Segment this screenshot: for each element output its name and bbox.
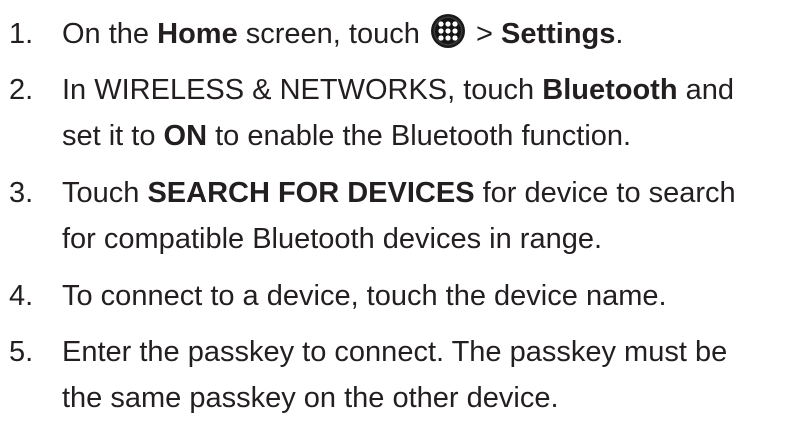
text-segment: Touch [62, 177, 148, 209]
text-segment: set it to [62, 120, 164, 152]
step-number: 5. [9, 336, 34, 368]
step-text-line-2: for compatible Bluetooth devices in rang… [62, 223, 603, 255]
step-text-line-1: To connect to a device, touch the device… [62, 280, 667, 312]
bold-home: Home [157, 18, 238, 50]
text-segment: In WIRELESS & NETWORKS, touch [62, 74, 543, 106]
text-segment: > [467, 18, 501, 50]
bold-on: ON [163, 120, 208, 152]
step-text: On the Home screen, touch > Settings. [62, 10, 623, 58]
step-text-line-2: set it to ON to enable the Bluetooth fun… [62, 112, 631, 160]
text-segment: screen, touch [237, 18, 428, 50]
step-text-line-1: In WIRELESS & NETWORKS, touch Bluetooth … [62, 66, 734, 114]
step-text-line-1: Enter the passkey to connect. The passke… [62, 336, 728, 368]
step-number: 3. [9, 177, 34, 209]
step-number: 4. [9, 280, 34, 312]
text-segment: to enable the Bluetooth function. [207, 120, 632, 152]
text-segment: for device to search [474, 177, 736, 209]
bold-search-for-devices: SEARCH FOR DEVICES [147, 177, 475, 209]
step-text-line-2: the same passkey on the other device. [62, 382, 559, 414]
text-segment: . [615, 18, 624, 50]
step-number: 1. [9, 18, 34, 50]
step-number: 2. [9, 74, 34, 106]
step-text-line-1: Touch SEARCH FOR DEVICES for device to s… [62, 169, 736, 217]
text-segment: and [677, 74, 735, 106]
bold-settings: Settings [500, 18, 616, 50]
apps-grid-icon [430, 14, 465, 48]
text-segment: On the [62, 18, 158, 50]
bold-bluetooth: Bluetooth [542, 74, 678, 106]
